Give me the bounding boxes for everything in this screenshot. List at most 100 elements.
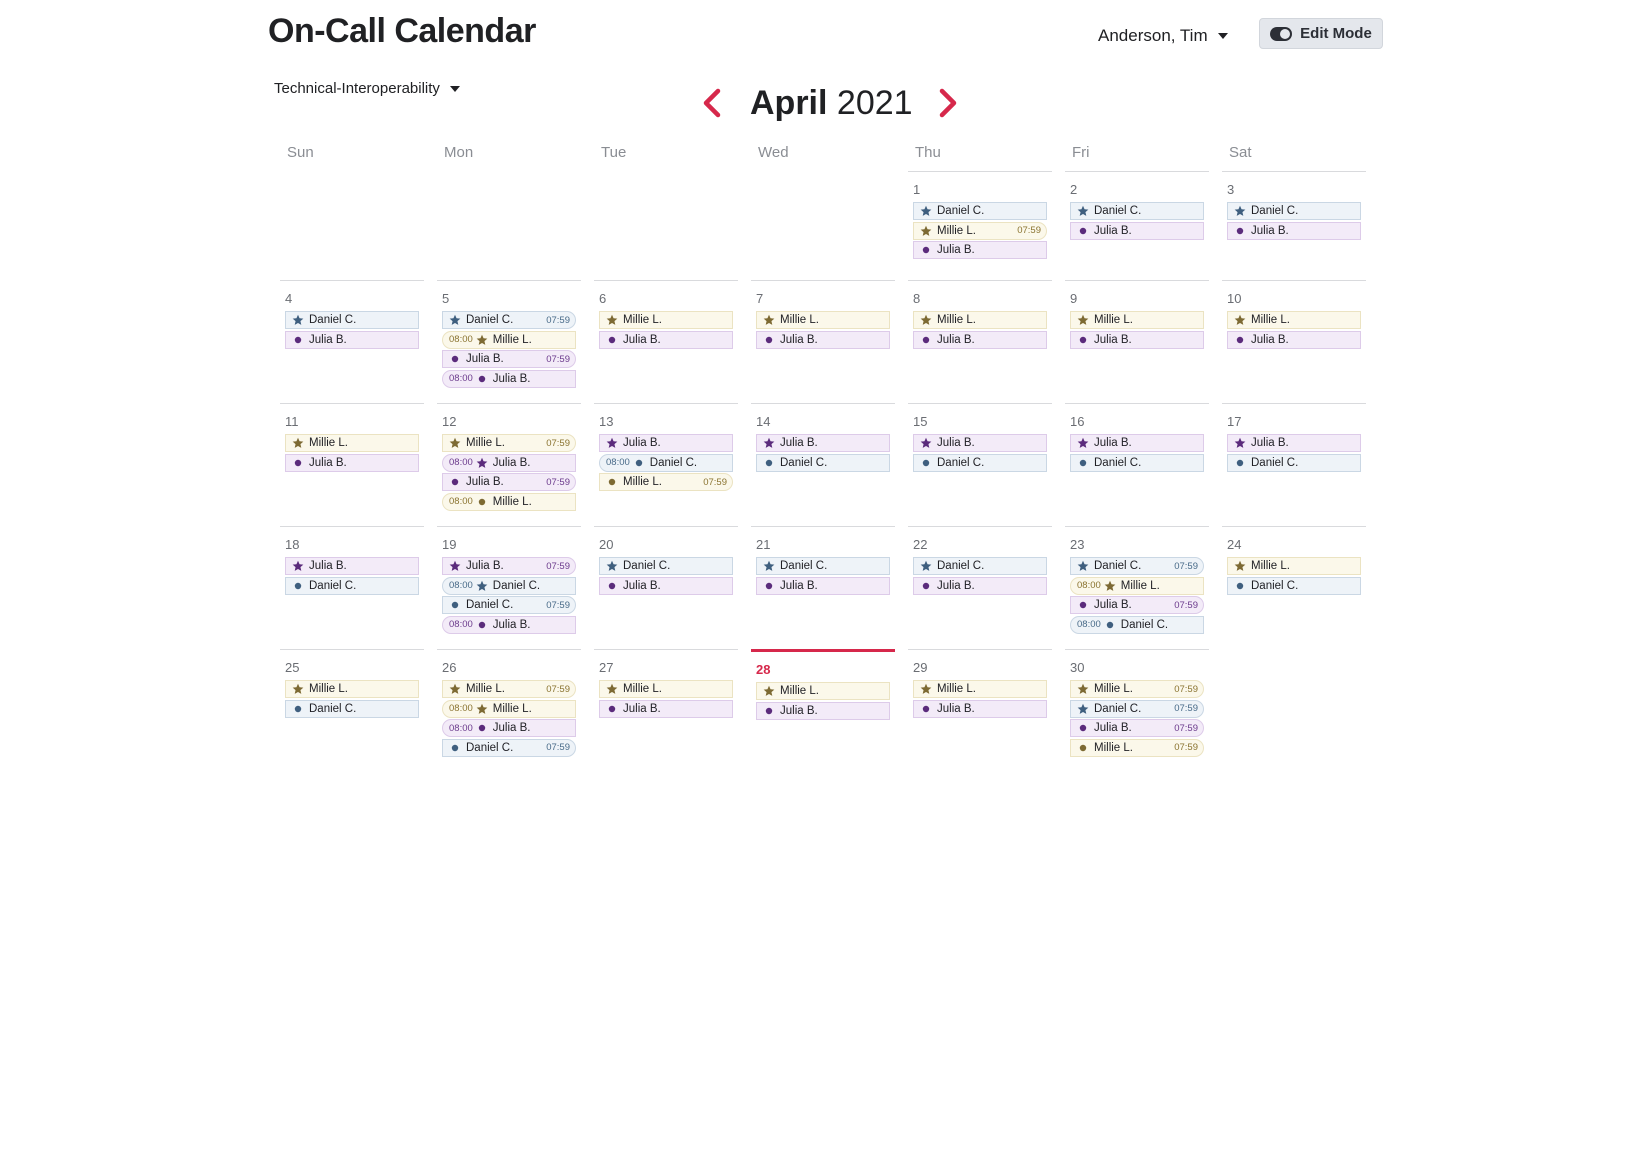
on-call-shift[interactable]: Julia B. 07:59 [442,350,576,368]
on-call-shift[interactable]: Daniel C. 07:59 [442,311,576,329]
on-call-shift[interactable]: Julia B. 07:59 [442,473,576,491]
on-call-shift[interactable]: Daniel C. 07:59 [442,738,576,757]
on-call-shift[interactable]: Julia B. [1227,434,1361,452]
day-cell[interactable]: 8 Millie L. Julia B. [908,280,1052,403]
on-call-shift[interactable]: Julia B. 07:59 [442,557,576,575]
on-call-shift[interactable]: Daniel C. [913,202,1047,220]
on-call-shift[interactable]: Daniel C. [756,557,890,575]
day-cell[interactable]: 29 Millie L. Julia B. [908,649,1052,772]
day-cell[interactable]: 3 Daniel C. Julia B. [1222,171,1366,280]
day-cell[interactable]: 27 Millie L. Julia B. [594,649,738,772]
on-call-shift[interactable]: Daniel C. [285,699,419,718]
on-call-shift[interactable]: Millie L. 07:59 [913,221,1047,240]
on-call-shift[interactable]: Julia B. [599,330,733,349]
on-call-shift[interactable]: Daniel C. 07:59 [442,596,576,614]
on-call-shift[interactable]: Julia B. [913,699,1047,718]
on-call-shift[interactable]: Daniel C. [913,557,1047,575]
on-call-shift[interactable]: Daniel C. [1227,576,1361,595]
on-call-shift[interactable]: Daniel C. [1227,202,1361,220]
on-call-shift[interactable]: Julia B. 07:59 [1070,596,1204,614]
on-call-shift[interactable]: Julia B. [913,241,1047,259]
on-call-shift[interactable]: Millie L. 07:59 [1070,680,1204,698]
day-cell[interactable]: 10 Millie L. Julia B. [1222,280,1366,403]
day-cell[interactable]: 20 Daniel C. Julia B. [594,526,738,649]
on-call-shift[interactable]: Julia B. [913,434,1047,452]
on-call-shift[interactable]: Millie L. [756,682,890,700]
on-call-shift[interactable]: Julia B. [285,557,419,575]
on-call-shift[interactable]: Julia B. [913,576,1047,595]
day-cell[interactable]: 4 Daniel C. Julia B. [280,280,424,403]
on-call-shift[interactable]: 08:00 Millie L. [442,492,576,511]
on-call-shift[interactable]: Julia B. [285,453,419,472]
on-call-shift[interactable]: Daniel C. [1070,453,1204,472]
on-call-shift[interactable]: 08:00 Julia B. [442,615,576,634]
edit-mode-button[interactable]: Edit Mode [1259,18,1383,49]
on-call-shift[interactable]: Julia B. [756,701,890,720]
on-call-shift[interactable]: Julia B. [285,330,419,349]
on-call-shift[interactable]: Julia B. [1070,434,1204,452]
day-cell[interactable]: 13 Julia B. 08:00 Daniel C. Millie L. 07:59 [594,403,738,526]
chevron-left-icon[interactable] [698,88,728,118]
day-cell[interactable]: 9 Millie L. Julia B. [1065,280,1209,403]
on-call-shift[interactable]: 08:00 Daniel C. [1070,615,1204,634]
day-cell[interactable]: 18 Julia B. Daniel C. [280,526,424,649]
day-cell[interactable]: 2 Daniel C. Julia B. [1065,171,1209,280]
on-call-shift[interactable]: Julia B. 07:59 [1070,719,1204,737]
on-call-shift[interactable]: Millie L. [756,311,890,329]
on-call-shift[interactable]: Daniel C. [285,576,419,595]
day-cell[interactable]: 1 Daniel C. Millie L. 07:59 Julia B. [908,171,1052,280]
day-cell[interactable]: 21 Daniel C. Julia B. [751,526,895,649]
on-call-shift[interactable]: Millie L. [285,434,419,452]
on-call-shift[interactable]: Millie L. 07:59 [442,680,576,698]
day-cell[interactable]: 5 Daniel C. 07:59 08:00 Millie L. Julia B. 07:… [437,280,581,403]
on-call-shift[interactable]: Millie L. 07:59 [442,434,576,452]
on-call-shift[interactable]: Daniel C. [285,311,419,329]
on-call-shift[interactable]: Julia B. [913,330,1047,349]
chevron-right-icon[interactable] [932,88,962,118]
on-call-shift[interactable]: Millie L. [913,311,1047,329]
team-select[interactable]: Technical-Interoperability [274,80,460,97]
day-cell[interactable]: 7 Millie L. Julia B. [751,280,895,403]
day-cell[interactable]: 19 Julia B. 07:59 08:00 Daniel C. Daniel C. 07… [437,526,581,649]
on-call-shift[interactable]: 08:00 Millie L. [1070,576,1204,595]
on-call-shift[interactable]: Daniel C. 07:59 [1070,699,1204,718]
day-cell[interactable]: 12 Millie L. 07:59 08:00 Julia B. Julia B. 07:… [437,403,581,526]
on-call-shift[interactable]: 08:00 Daniel C. [599,453,733,472]
on-call-shift[interactable]: Daniel C. 07:59 [1070,557,1204,575]
user-menu[interactable]: Anderson, Tim [1098,26,1228,46]
on-call-shift[interactable]: 08:00 Daniel C. [442,576,576,595]
day-cell[interactable]: 24 Millie L. Daniel C. [1222,526,1366,649]
on-call-shift[interactable]: Julia B. [1227,330,1361,349]
on-call-shift[interactable]: Millie L. [913,680,1047,698]
day-cell[interactable]: 23 Daniel C. 07:59 08:00 Millie L. Julia B. 07… [1065,526,1209,649]
on-call-shift[interactable]: Julia B. [756,576,890,595]
day-cell[interactable]: 14 Julia B. Daniel C. [751,403,895,526]
on-call-shift[interactable]: Daniel C. [756,453,890,472]
on-call-shift[interactable]: 08:00 Julia B. [442,453,576,472]
day-cell[interactable]: 22 Daniel C. Julia B. [908,526,1052,649]
day-cell[interactable]: 6 Millie L. Julia B. [594,280,738,403]
on-call-shift[interactable]: 08:00 Millie L. [442,699,576,718]
on-call-shift[interactable]: Millie L. [1070,311,1204,329]
on-call-shift[interactable]: Millie L. [1227,557,1361,575]
on-call-shift[interactable]: Julia B. [599,699,733,718]
day-cell[interactable]: 16 Julia B. Daniel C. [1065,403,1209,526]
on-call-shift[interactable]: Millie L. 07:59 [599,473,733,491]
on-call-shift[interactable]: Julia B. [599,434,733,452]
on-call-shift[interactable]: Millie L. [599,311,733,329]
on-call-shift[interactable]: Millie L. [1227,311,1361,329]
on-call-shift[interactable]: Julia B. [599,576,733,595]
day-cell[interactable]: 28 Millie L. Julia B. [751,649,895,772]
day-cell[interactable]: 26 Millie L. 07:59 08:00 Millie L. 08:00 Julia… [437,649,581,772]
day-cell[interactable]: 30 Millie L. 07:59 Daniel C. 07:59 Julia B. 07… [1065,649,1209,772]
on-call-shift[interactable]: Julia B. [756,330,890,349]
on-call-shift[interactable]: Millie L. 07:59 [1070,738,1204,757]
on-call-shift[interactable]: Daniel C. [1227,453,1361,472]
on-call-shift[interactable]: 08:00 Millie L. [442,330,576,349]
on-call-shift[interactable]: Julia B. [1070,221,1204,240]
on-call-shift[interactable]: Julia B. [756,434,890,452]
on-call-shift[interactable]: Millie L. [285,680,419,698]
day-cell[interactable]: 15 Julia B. Daniel C. [908,403,1052,526]
on-call-shift[interactable]: Millie L. [599,680,733,698]
on-call-shift[interactable]: Daniel C. [913,453,1047,472]
